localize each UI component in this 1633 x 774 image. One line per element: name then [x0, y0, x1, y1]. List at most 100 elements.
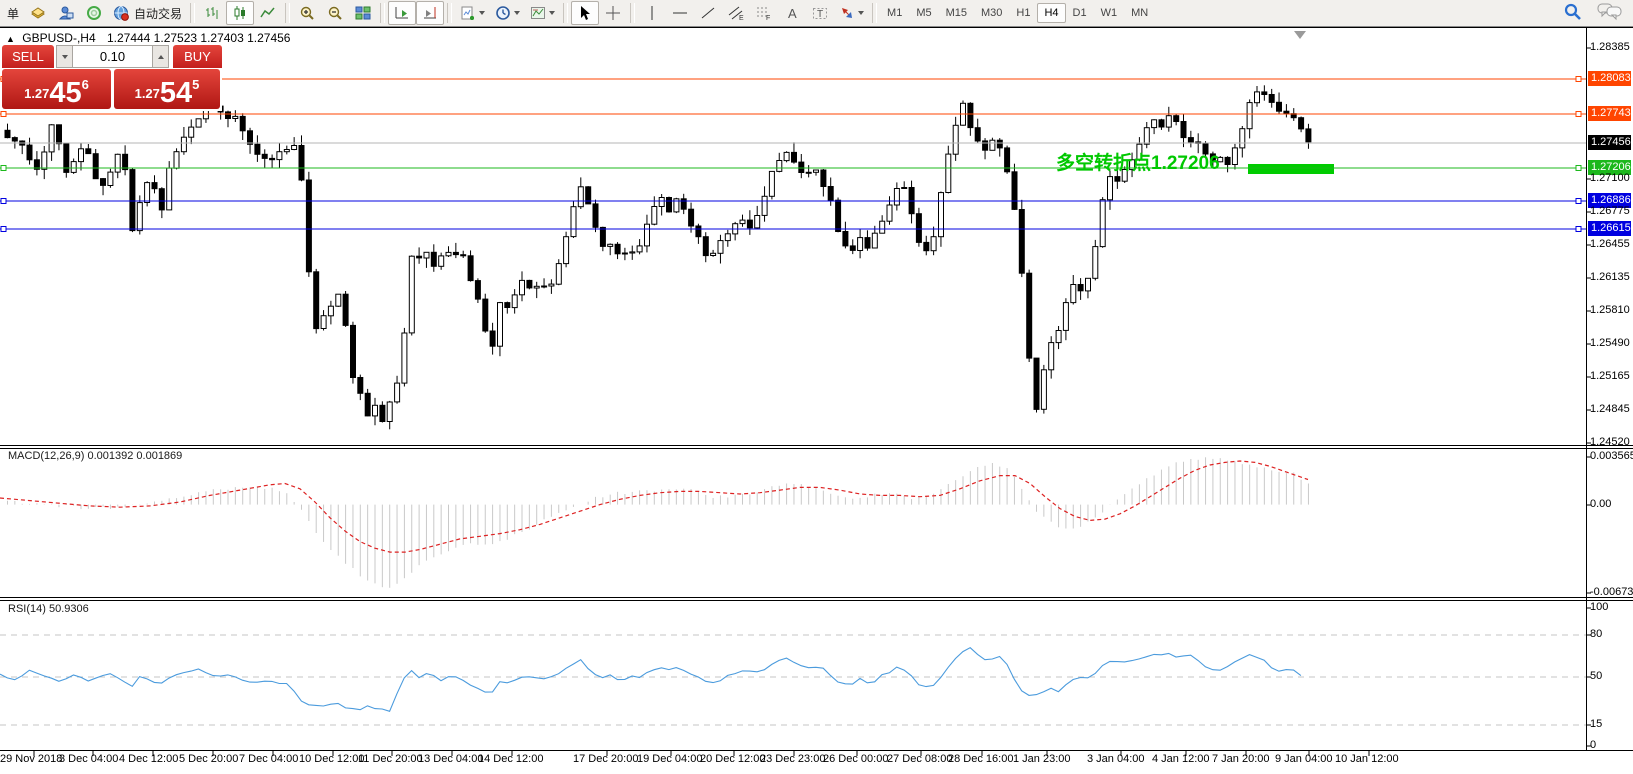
timeframe-h4[interactable]: H4	[1037, 3, 1065, 23]
time-label: 19 Dec 04:00	[637, 753, 702, 765]
caret-down-icon	[62, 55, 68, 59]
line-anchor[interactable]	[1576, 227, 1581, 232]
time-label: 28 Dec 16:00	[948, 753, 1013, 765]
timeframe-group: M1M5M15M30H1H4D1W1MN	[880, 3, 1155, 23]
time-label: 17 Dec 20:00	[573, 753, 638, 765]
sell-price-sup: 6	[82, 77, 89, 92]
time-label: 4 Dec 12:00	[119, 753, 178, 765]
rsi-tick-80: 80	[1590, 628, 1602, 640]
zoom-out-icon[interactable]	[321, 1, 349, 25]
price-tick-1.26775: 1.26775	[1590, 205, 1630, 217]
vertical-line-tool-icon[interactable]	[638, 1, 666, 25]
separator	[563, 3, 568, 23]
timeframe-m1[interactable]: M1	[880, 3, 909, 23]
search-icon[interactable]	[1563, 2, 1583, 22]
line-anchor[interactable]	[1576, 199, 1581, 204]
time-label: 10 Jan 12:00	[1335, 753, 1399, 765]
candlestick-chart-type-icon[interactable]	[226, 1, 254, 25]
price-badge-1.27206: 1.27206	[1588, 160, 1631, 175]
text-glyph: A	[788, 6, 797, 21]
chart-shift-icon[interactable]	[416, 1, 444, 25]
volume-input[interactable]: 0.10	[73, 45, 152, 68]
timeframe-m30[interactable]: M30	[974, 3, 1009, 23]
timeframe-h1[interactable]: H1	[1009, 3, 1037, 23]
equidistant-channel-tool-icon[interactable]: E	[722, 1, 750, 25]
price-badge-1.27743: 1.27743	[1588, 106, 1631, 121]
arrows-tool-icon[interactable]	[834, 1, 869, 25]
line-anchor[interactable]	[1576, 166, 1581, 171]
zoom-in-icon[interactable]	[293, 1, 321, 25]
macd-tick-0.003565: 0.003565	[1590, 450, 1633, 462]
dropdown-caret	[514, 11, 520, 15]
time-label: 20 Dec 12:00	[700, 753, 765, 765]
time-label: 9 Jan 04:00	[1275, 753, 1333, 765]
rsi-tick-15: 15	[1590, 718, 1602, 730]
timeframe-w1[interactable]: W1	[1094, 3, 1125, 23]
line-anchor[interactable]	[1, 112, 6, 117]
price-tick-1.26135: 1.26135	[1590, 271, 1630, 283]
periods-button[interactable]	[490, 1, 525, 25]
price-tick-1.25165: 1.25165	[1590, 370, 1630, 382]
timeframe-mn[interactable]: MN	[1124, 3, 1155, 23]
dropdown-caret	[479, 11, 485, 15]
price-badge-1.26886: 1.26886	[1588, 193, 1631, 208]
timeframe-m5[interactable]: M5	[909, 3, 938, 23]
profile-icon[interactable]	[52, 1, 80, 25]
deposit-icon[interactable]	[24, 1, 52, 25]
separator	[447, 3, 452, 23]
sell-label: SELL	[12, 49, 44, 64]
highlight-bar[interactable]	[1248, 164, 1334, 174]
time-label: 3 Dec 04:00	[59, 753, 118, 765]
chat-icon[interactable]	[1597, 2, 1623, 22]
rsi-tick-0: 0	[1590, 739, 1596, 751]
new-order-button[interactable]: 单	[2, 1, 24, 25]
trendline-tool-icon[interactable]	[694, 1, 722, 25]
tile-windows-icon[interactable]	[349, 1, 377, 25]
cursor-tool-icon[interactable]	[571, 1, 599, 25]
buy-price-prefix: 1.27	[135, 86, 160, 101]
line-anchor[interactable]	[1, 166, 6, 171]
line-chart-type-icon[interactable]	[254, 1, 282, 25]
collapse-panel-icon[interactable]: ▲	[6, 34, 15, 44]
market-watch-icon[interactable]	[80, 1, 108, 25]
annotation-text[interactable]: 多空转折点1.27206	[1056, 148, 1220, 175]
toolbar: 单 自动交易	[0, 0, 1633, 27]
templates-button[interactable]	[525, 1, 560, 25]
autotrade-label: 自动交易	[134, 5, 182, 22]
sell-price-prefix: 1.27	[24, 86, 49, 101]
timeframe-m15[interactable]: M15	[939, 3, 974, 23]
timeframe-d1[interactable]: D1	[1066, 3, 1094, 23]
channel-glyph: E	[739, 15, 744, 21]
line-anchor[interactable]	[1576, 77, 1581, 82]
macd-pane	[0, 457, 1308, 588]
sell-button[interactable]: SELL	[2, 45, 54, 68]
sell-price-button[interactable]: 1.27 45 6	[2, 69, 111, 109]
autotrade-button[interactable]: 自动交易	[108, 1, 187, 25]
line-anchor[interactable]	[1, 227, 6, 232]
line-anchor[interactable]	[1, 199, 6, 204]
dropdown-caret	[858, 11, 864, 15]
fibonacci-tool-icon[interactable]: F	[750, 1, 778, 25]
text-tool-icon[interactable]: A	[778, 1, 806, 25]
separator	[872, 3, 877, 23]
shift-marker-icon[interactable]	[1294, 31, 1306, 39]
volume-increase-button[interactable]	[152, 45, 169, 68]
indicators-button[interactable]	[455, 1, 490, 25]
buy-price-big: 54	[160, 81, 192, 106]
auto-scroll-icon[interactable]	[388, 1, 416, 25]
line-anchor[interactable]	[1576, 112, 1581, 117]
price-tick-1.27100: 1.27100	[1590, 172, 1630, 184]
volume-decrease-button[interactable]	[56, 45, 73, 68]
candlestick-chart-canvas[interactable]	[0, 0, 1633, 774]
buy-price-button[interactable]: 1.27 54 5	[114, 69, 220, 109]
separator	[285, 3, 290, 23]
separator	[380, 3, 385, 23]
macd-tick-0.00: 0.00	[1590, 498, 1611, 510]
text-label-tool-icon[interactable]: T	[806, 1, 834, 25]
time-label: 26 Dec 00:00	[823, 753, 888, 765]
buy-button[interactable]: BUY	[173, 45, 222, 68]
horizontal-line-tool-icon[interactable]	[666, 1, 694, 25]
bar-chart-type-icon[interactable]	[198, 1, 226, 25]
crosshair-tool-icon[interactable]	[599, 1, 627, 25]
price-tick-1.24520: 1.24520	[1590, 436, 1630, 448]
